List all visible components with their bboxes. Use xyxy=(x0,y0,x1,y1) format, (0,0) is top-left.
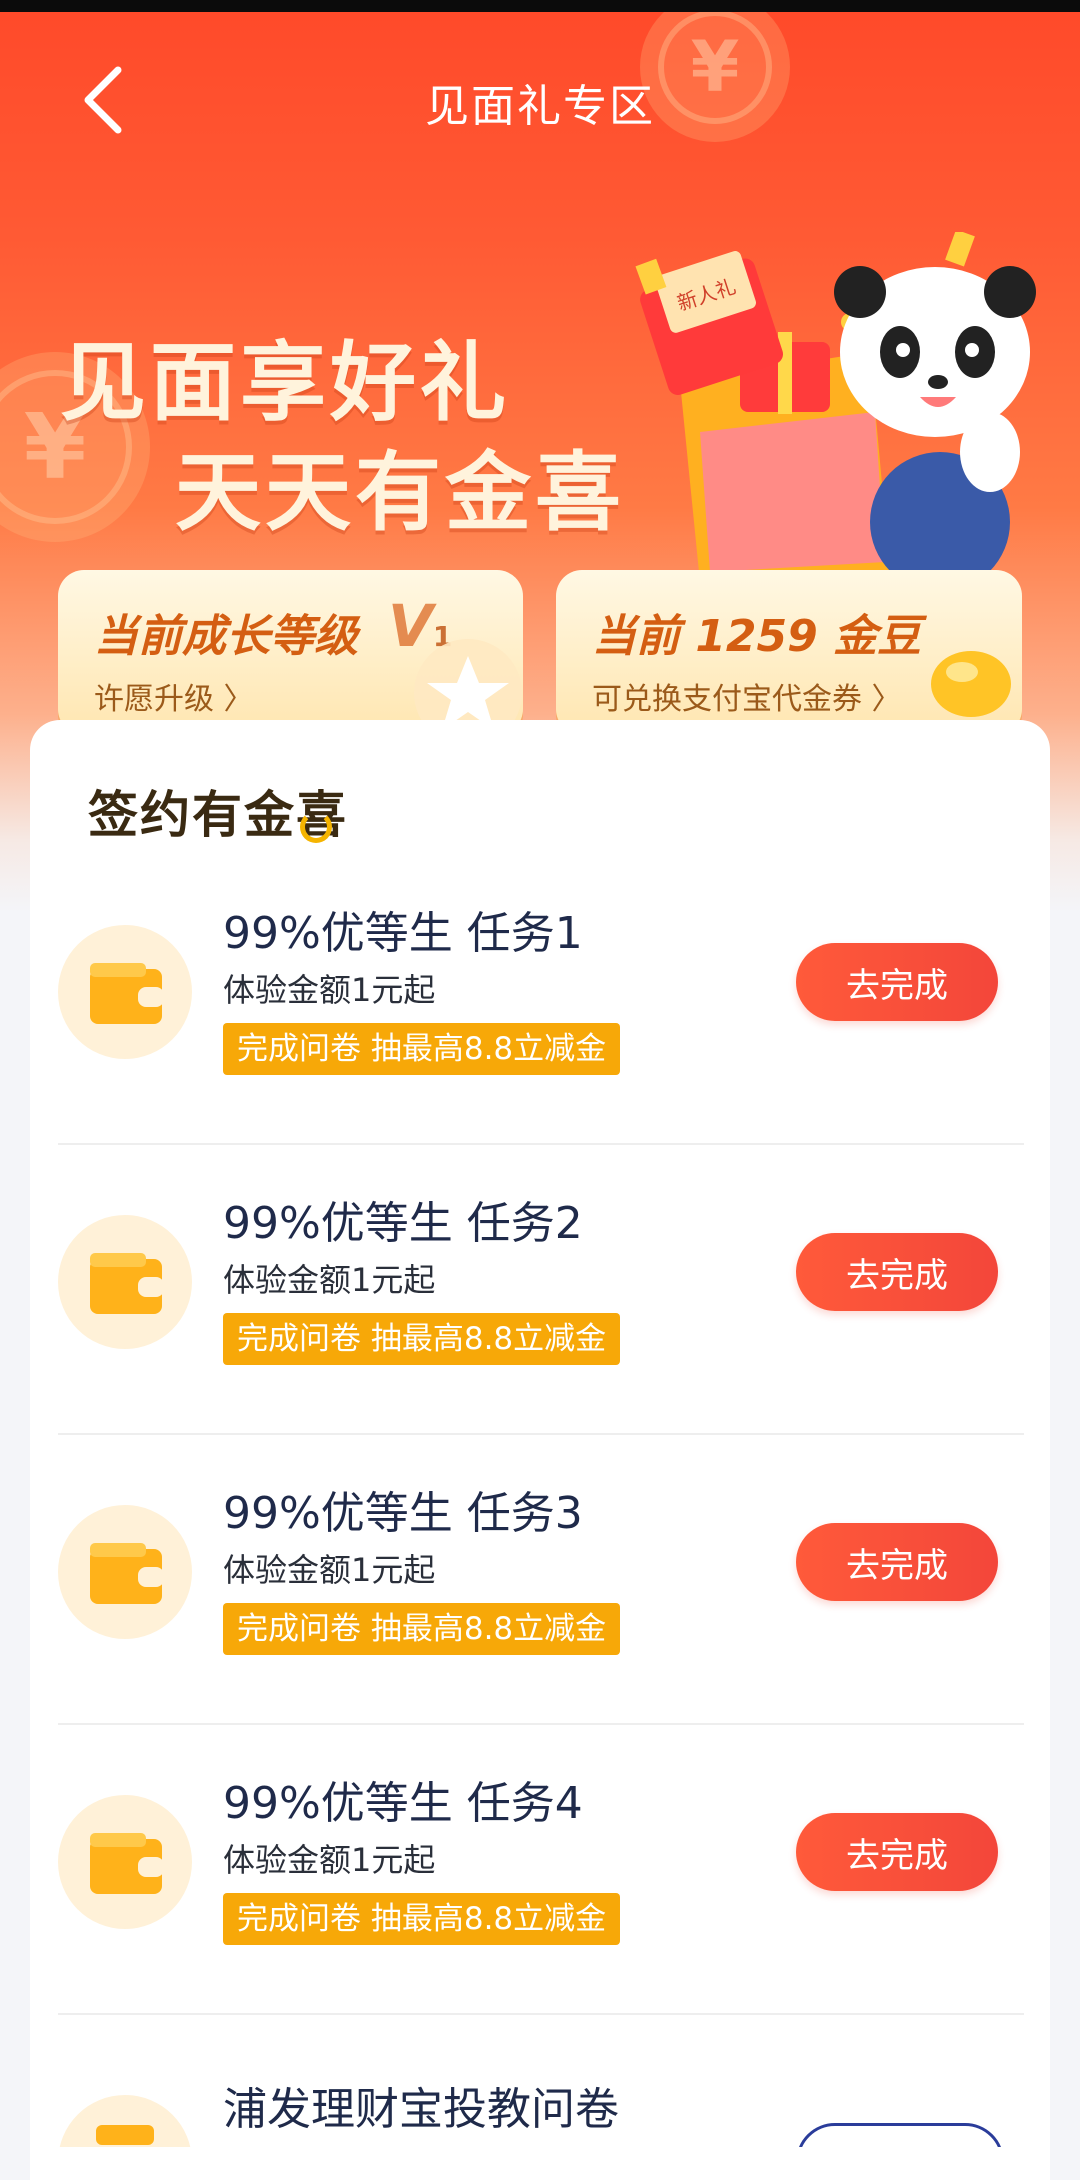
banner-slogan-line2: 天天有金喜 xyxy=(175,443,625,543)
task-row: 99%优等生 任务3 体验金额1元起 完成问卷 抽最高8.8立减金 去完成 xyxy=(58,1435,1024,1725)
gold-beans-card[interactable]: 当前 1259 金豆 可兑换支付宝代金券 〉 xyxy=(556,570,1022,735)
task-row: 浦发理财宝投教问卷 xyxy=(58,2015,1024,2147)
task-subtitle: 体验金额1元起 xyxy=(223,1551,436,1589)
complete-task-button[interactable]: 去完成 xyxy=(796,943,998,1021)
complete-task-button[interactable]: 去完成 xyxy=(796,1233,998,1311)
wallet-icon xyxy=(58,1505,192,1639)
page-title: 见面礼专区 xyxy=(425,81,655,132)
complete-task-button[interactable]: 去完成 xyxy=(796,1523,998,1601)
task-title: 99%优等生 任务1 xyxy=(223,908,583,959)
survey-icon xyxy=(58,2095,192,2147)
growth-level-title: 当前成长等级 xyxy=(94,611,358,662)
wallet-icon xyxy=(58,1795,192,1929)
status-bar xyxy=(0,0,1080,12)
gold-bean-icon xyxy=(931,651,1011,717)
panda-gift-illustration: 新人礼 xyxy=(635,232,1036,592)
task-row: 99%优等生 任务2 体验金额1元起 完成问卷 抽最高8.8立减金 去完成 xyxy=(58,1145,1024,1435)
task-reward-tag: 完成问卷 抽最高8.8立减金 xyxy=(223,1023,621,1075)
wallet-icon xyxy=(58,1215,192,1349)
task-subtitle: 体验金额1元起 xyxy=(223,1841,436,1879)
task-title: 99%优等生 任务2 xyxy=(223,1198,583,1249)
task-row: 99%优等生 任务4 体验金额1元起 完成问卷 抽最高8.8立减金 去完成 xyxy=(58,1725,1024,2015)
task-title: 浦发理财宝投教问卷 xyxy=(223,2084,619,2135)
banner-slogan-line1: 见面享好礼 xyxy=(60,333,510,433)
task-reward-tag: 完成问卷 抽最高8.8立减金 xyxy=(223,1893,621,1945)
growth-level-card[interactable]: 当前成长等级 V1 许愿升级 〉 xyxy=(58,570,523,735)
task-reward-tag: 完成问卷 抽最高8.8立减金 xyxy=(223,1603,621,1655)
task-title: 99%优等生 任务4 xyxy=(223,1778,583,1829)
task-title: 99%优等生 任务3 xyxy=(223,1488,583,1539)
gold-beans-title: 当前 1259 金豆 xyxy=(592,611,922,662)
task-reward-tag: 完成问卷 抽最高8.8立减金 xyxy=(223,1313,621,1365)
wallet-icon xyxy=(58,925,192,1059)
wish-upgrade-link[interactable]: 许愿升级 〉 xyxy=(94,674,254,718)
section-title: 签约有金喜 xyxy=(88,775,348,847)
survey-action-button[interactable] xyxy=(796,2123,1004,2147)
complete-task-button[interactable]: 去完成 xyxy=(796,1813,998,1891)
task-row: 99%优等生 任务1 体验金额1元起 完成问卷 抽最高8.8立减金 去完成 xyxy=(58,855,1024,1145)
decorative-ring xyxy=(300,811,332,843)
voucher-exchange-link[interactable]: 可兑换支付宝代金券 〉 xyxy=(592,674,902,718)
task-subtitle: 体验金额1元起 xyxy=(223,971,436,1009)
task-subtitle: 体验金额1元起 xyxy=(223,1261,436,1299)
